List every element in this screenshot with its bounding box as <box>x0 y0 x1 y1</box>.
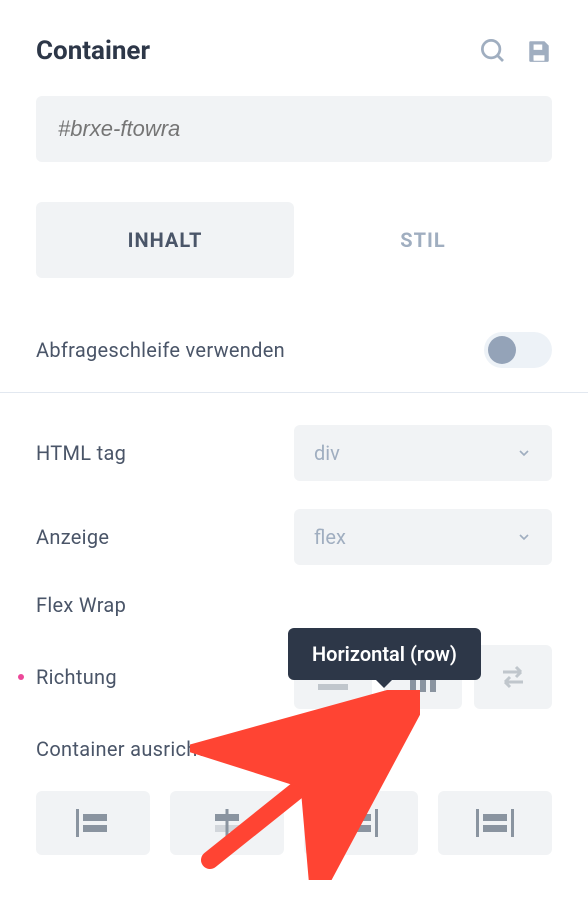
tab-style[interactable]: STIL <box>294 202 552 278</box>
divider <box>0 392 588 393</box>
query-loop-label: Abfrageschleife verwenden <box>36 338 285 362</box>
html-tag-value: div <box>314 441 340 465</box>
align-center-icon <box>210 809 244 837</box>
chevron-down-icon <box>516 445 532 461</box>
swap-icon <box>499 665 527 689</box>
css-selector-input[interactable] <box>36 96 552 162</box>
align-right-button[interactable] <box>304 791 418 855</box>
align-stretch-icon <box>476 809 514 837</box>
direction-tooltip: Horizontal (row) <box>288 628 481 680</box>
align-left-icon <box>76 809 110 837</box>
save-icon[interactable] <box>526 38 552 64</box>
align-container-label: Container ausrichten <box>36 737 227 761</box>
direction-label: Richtung <box>36 665 117 689</box>
toggle-knob <box>488 336 516 364</box>
query-loop-toggle[interactable] <box>484 332 552 368</box>
html-tag-label: HTML tag <box>36 441 126 465</box>
display-label: Anzeige <box>36 525 109 549</box>
align-center-button[interactable] <box>170 791 284 855</box>
html-tag-select[interactable]: div <box>294 425 552 481</box>
chevron-down-icon <box>516 529 532 545</box>
display-select[interactable]: flex <box>294 509 552 565</box>
align-stretch-button[interactable] <box>438 791 552 855</box>
align-left-button[interactable] <box>36 791 150 855</box>
search-icon[interactable] <box>478 36 508 66</box>
tab-content[interactable]: INHALT <box>36 202 294 278</box>
display-value: flex <box>314 525 346 549</box>
flex-wrap-label: Flex Wrap <box>36 593 126 617</box>
panel-title: Container <box>36 36 150 66</box>
align-right-icon <box>344 809 378 837</box>
direction-reverse-button[interactable] <box>474 645 552 709</box>
